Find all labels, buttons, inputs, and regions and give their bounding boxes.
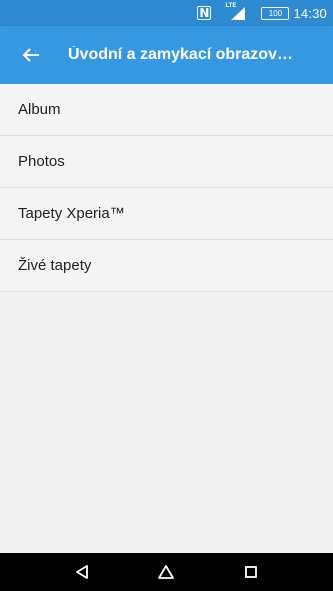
list-item-label: Tapety Xperia™ <box>18 205 125 222</box>
clock: 14:30 <box>293 5 327 21</box>
back-arrow-icon[interactable] <box>20 44 42 66</box>
battery-level: 100 <box>268 8 283 18</box>
wallpaper-source-list: Album Photos Tapety Xperia™ Živé tapety <box>0 84 333 292</box>
list-item-photos[interactable]: Photos <box>0 136 333 188</box>
battery-icon: 100 <box>261 6 290 20</box>
app-bar: Úvodní a zamykací obrazov… <box>0 26 333 84</box>
nav-back-icon[interactable] <box>70 560 94 584</box>
status-bar: N LTE 100 14:30 <box>0 0 333 26</box>
list-item-live-wallpapers[interactable]: Živé tapety <box>0 240 333 292</box>
list-item-xperia-wallpapers[interactable]: Tapety Xperia™ <box>0 188 333 240</box>
navigation-bar <box>0 553 333 591</box>
nav-home-icon[interactable] <box>154 560 178 584</box>
list-item-album[interactable]: Album <box>0 84 333 136</box>
page-title: Úvodní a zamykací obrazov… <box>68 46 293 63</box>
list-item-label: Album <box>18 101 61 118</box>
list-item-label: Photos <box>18 153 65 170</box>
signal-icon: LTE <box>225 3 247 20</box>
nav-recents-icon[interactable] <box>239 560 263 584</box>
nfc-icon: N <box>197 6 212 20</box>
list-item-label: Živé tapety <box>18 257 92 274</box>
